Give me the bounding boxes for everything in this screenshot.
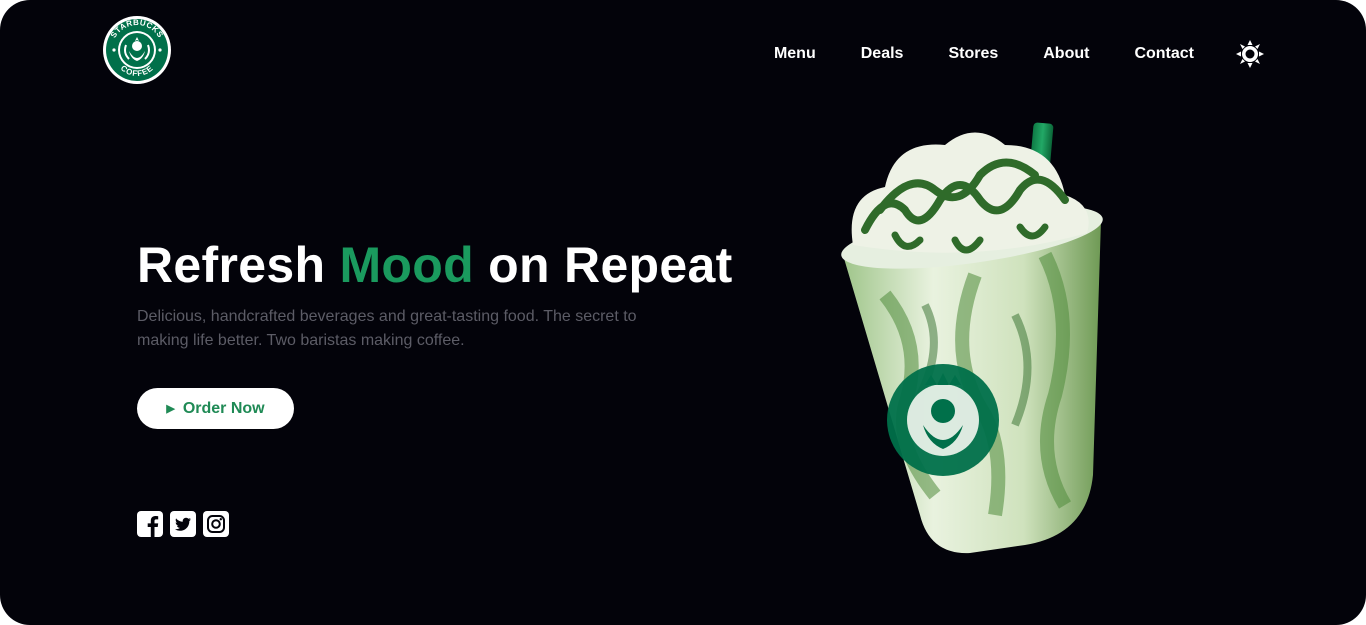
main-nav: Menu Deals Stores About Contact [774, 38, 1266, 70]
twitter-icon [170, 511, 196, 537]
instagram-icon [203, 511, 229, 537]
order-now-label: Order Now [182, 399, 265, 417]
nav-item-stores[interactable]: Stores [948, 43, 998, 65]
hero-title-part2: on Repeat [473, 237, 733, 293]
social-links [137, 511, 236, 537]
hero-title-part1: Refresh [137, 237, 340, 293]
hero-title-accent: Mood [339, 237, 474, 293]
instagram-link[interactable] [203, 511, 229, 537]
page-frame: STARBUCKS COFFEE Menu Deals Stores About… [0, 0, 1366, 625]
twitter-link[interactable] [170, 511, 196, 537]
theme-toggle-button[interactable] [1234, 38, 1266, 70]
nav-item-contact[interactable]: Contact [1134, 43, 1194, 65]
nav-item-deals[interactable]: Deals [861, 43, 904, 65]
nav-item-menu[interactable]: Menu [774, 43, 816, 65]
starbucks-logo[interactable]: STARBUCKS COFFEE [102, 15, 172, 85]
facebook-icon [137, 511, 163, 537]
order-now-button[interactable]: ▶ Order Now [137, 388, 294, 429]
sun-icon [1236, 40, 1264, 68]
matcha-frappuccino-image [841, 122, 1103, 554]
nav-item-about[interactable]: About [1043, 43, 1089, 65]
hero-description: Delicious, handcrafted beverages and gre… [137, 308, 637, 349]
facebook-link[interactable] [137, 511, 163, 537]
hero-title: Refresh Mood on Repeat [137, 236, 733, 294]
play-icon: ▶ [166, 403, 175, 415]
